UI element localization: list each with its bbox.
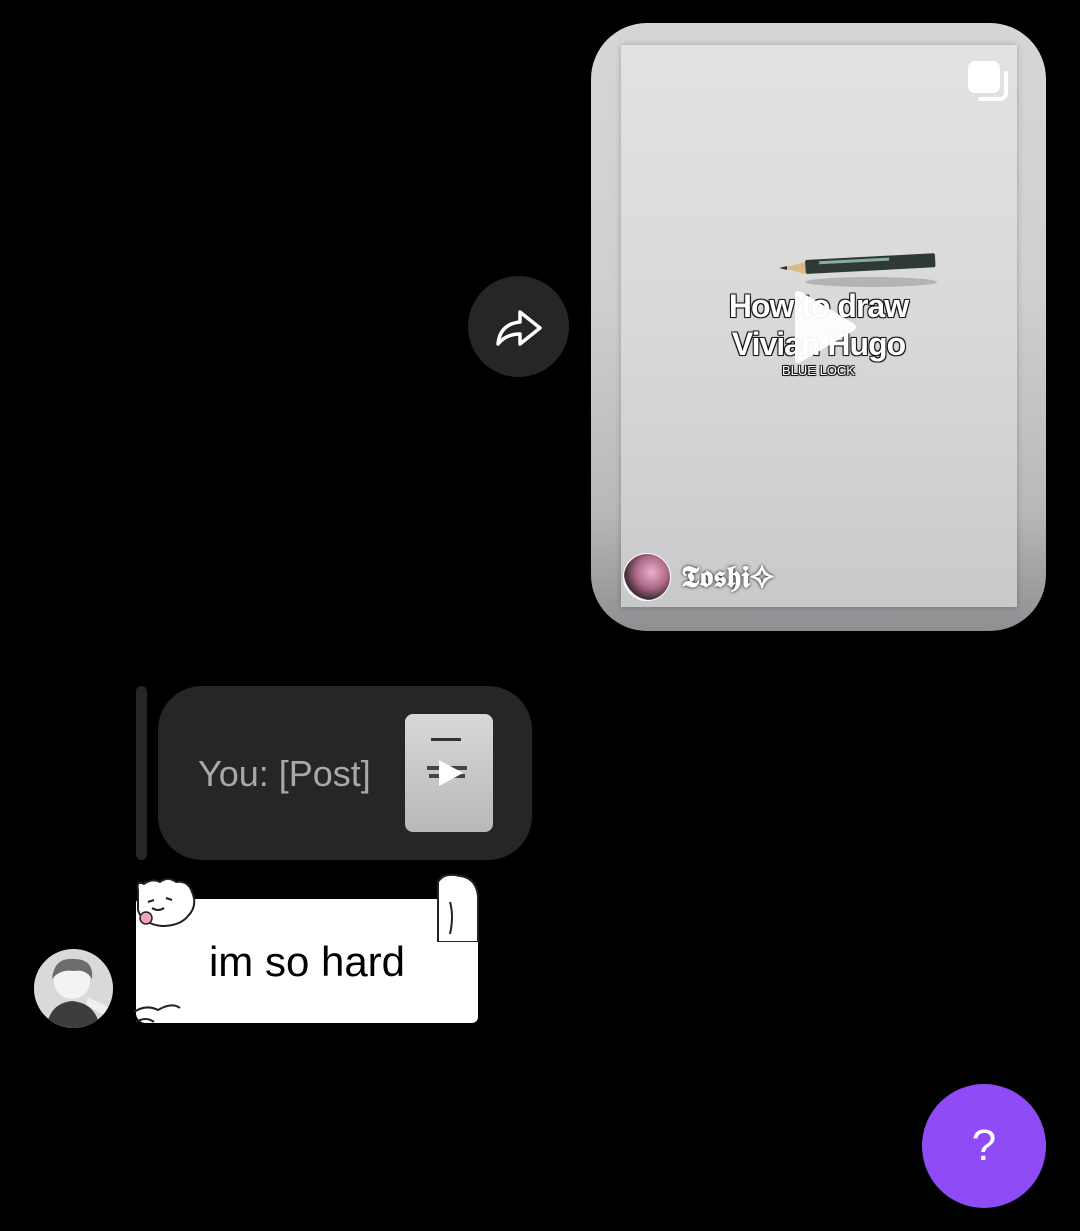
share-button[interactable] <box>468 276 569 377</box>
reply-preview[interactable]: You: [Post] <box>158 686 532 860</box>
carousel-icon <box>968 61 1008 101</box>
avatar-illustration <box>34 949 113 1028</box>
pencil-image <box>779 253 937 287</box>
shared-post-card[interactable]: How to draw Vivian Hugo BLUE LOCK 𝕿𝖔𝖘𝖍𝖎✧ <box>591 23 1046 631</box>
cat-tail-icon <box>133 1004 181 1023</box>
sender-avatar[interactable] <box>34 949 113 1028</box>
share-arrow-icon <box>495 309 542 346</box>
help-button-label: ? <box>971 1121 997 1170</box>
play-icon <box>427 738 467 786</box>
post-subtitle: BLUE LOCK <box>782 363 855 378</box>
cat-sticker-icon <box>136 878 196 928</box>
chat-thread: How to draw Vivian Hugo BLUE LOCK 𝕿𝖔𝖘𝖍𝖎✧… <box>0 0 1080 1231</box>
message-text: im so hard <box>208 938 406 985</box>
cat-paw-icon <box>437 873 479 942</box>
reply-preview-text: You: [Post] <box>198 753 371 794</box>
reply-thumbnail <box>405 714 493 832</box>
help-button[interactable]: ? <box>922 1084 1046 1208</box>
play-icon[interactable] <box>787 289 859 365</box>
post-author[interactable]: 𝕿𝖔𝖘𝖍𝖎✧ <box>623 553 774 601</box>
author-avatar <box>623 553 671 601</box>
reply-indicator-bar <box>136 686 147 860</box>
author-name: 𝕿𝖔𝖘𝖍𝖎✧ <box>681 559 775 595</box>
